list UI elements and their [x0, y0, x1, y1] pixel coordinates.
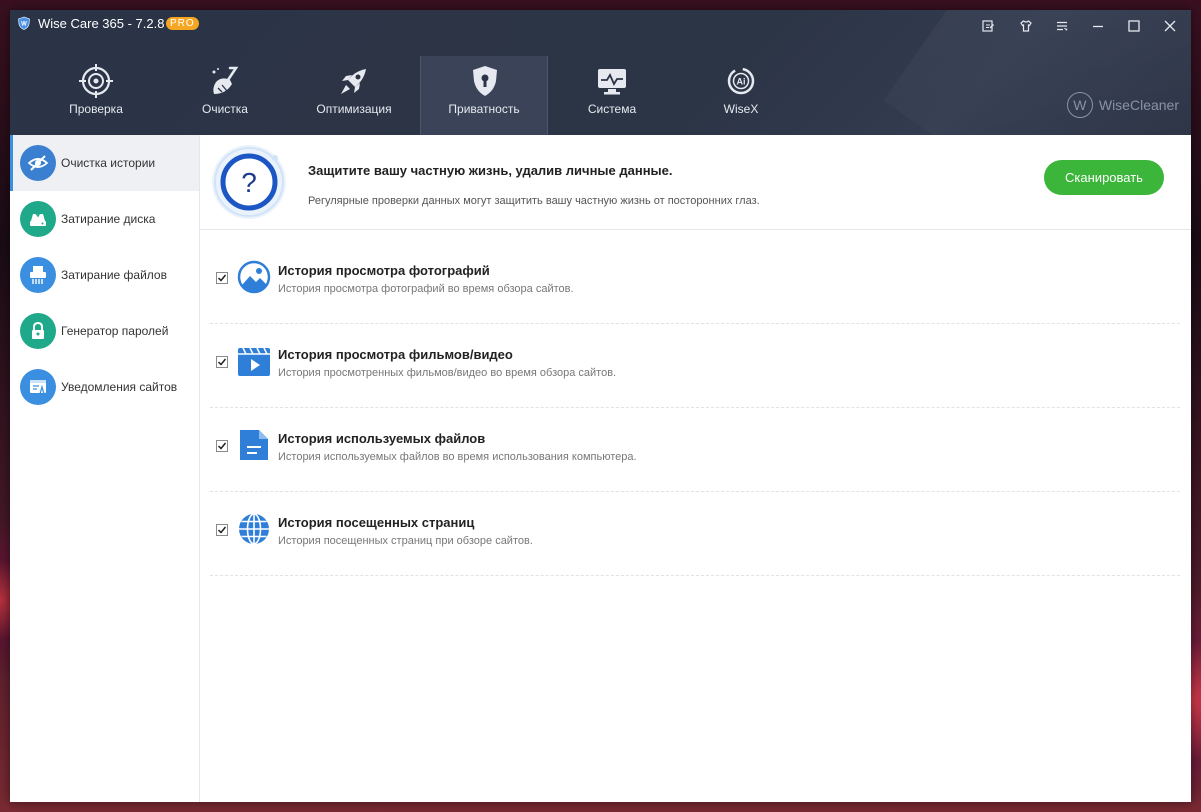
item-title: История посещенных страниц	[278, 515, 475, 530]
shredder-icon	[20, 257, 56, 293]
item-title: История просмотра фотографий	[278, 263, 490, 278]
minimize-icon	[1093, 25, 1103, 28]
svg-text:Ai: Ai	[737, 77, 746, 87]
tab-optimize[interactable]: Оптимизация	[290, 56, 418, 135]
maximize-icon	[1128, 20, 1140, 32]
wisecleaner-icon: W	[1066, 92, 1093, 118]
tab-check[interactable]: Проверка	[32, 56, 160, 135]
ai-icon: Ai	[727, 67, 755, 95]
sidebar-item-history-clean[interactable]: Очистка истории	[10, 135, 199, 191]
svg-text:W: W	[21, 22, 27, 28]
feedback-button[interactable]	[971, 14, 1005, 38]
broom-icon	[212, 66, 239, 94]
edit-icon	[982, 20, 994, 32]
scan-button[interactable]: Сканировать	[1044, 160, 1164, 195]
tab-privacy[interactable]: Приватность	[420, 56, 548, 135]
eye-off-icon	[20, 145, 56, 181]
list-item: История используемых файлов История испо…	[210, 408, 1180, 492]
item-description: История используемых файлов во время исп…	[278, 451, 637, 463]
brand-logo: W WiseCleaner	[1066, 92, 1179, 118]
question-icon: ?	[212, 145, 286, 219]
tab-system[interactable]: Система	[548, 56, 676, 135]
video-history-checkbox[interactable]	[216, 356, 228, 368]
rocket-icon	[341, 69, 366, 94]
app-logo-icon: W	[18, 16, 30, 30]
monitor-icon	[598, 69, 626, 95]
tab-clean[interactable]: Очистка	[161, 56, 289, 135]
item-description: История посещенных страниц при обзоре са…	[278, 535, 533, 547]
sidebar: Очистка истории Затирание диска Затирани…	[10, 135, 200, 802]
privacy-banner: ? Защитите вашу частную жизнь, удалив ли…	[200, 135, 1191, 230]
close-icon	[1164, 20, 1176, 32]
lock-icon	[20, 313, 56, 349]
sidebar-item-label: Уведомления сайтов	[61, 380, 178, 394]
page-history-checkbox[interactable]	[216, 524, 228, 536]
maximize-button[interactable]	[1117, 14, 1151, 38]
sidebar-item-label: Затирание диска	[61, 212, 156, 226]
item-description: История просмотренных фильмов/видео во в…	[278, 367, 617, 379]
sidebar-item-label: Очистка истории	[61, 156, 156, 170]
tab-label: Оптимизация	[316, 102, 392, 116]
close-button[interactable]	[1153, 14, 1187, 38]
shirt-icon	[1020, 20, 1032, 32]
list-item: История просмотра фильмов/видео История …	[210, 324, 1180, 408]
check-icon	[217, 442, 227, 450]
item-description: История просмотра фотографий во время об…	[278, 283, 574, 295]
file-icon	[240, 430, 268, 460]
svg-text:?: ?	[241, 167, 257, 198]
tab-label: Система	[587, 102, 637, 116]
minimize-button[interactable]	[1081, 14, 1115, 38]
main-nav: Проверка Очистка Оптимизация Приватность…	[10, 56, 810, 135]
menu-button[interactable]	[1045, 14, 1079, 38]
banner-title: Защитите вашу частную жизнь, удалив личн…	[308, 163, 673, 178]
banner-subtitle: Регулярные проверки данных могут защитит…	[308, 195, 760, 207]
sidebar-item-disk-wipe[interactable]: Затирание диска	[10, 191, 199, 247]
notification-icon	[20, 369, 56, 405]
disk-icon	[20, 201, 56, 237]
header: W Wise Care 365 - 7.2.8 PRO Проверка Очи…	[10, 10, 1191, 135]
tab-wisex[interactable]: Ai WiseX	[677, 56, 805, 135]
main-panel: ? Защитите вашу частную жизнь, удалив ли…	[200, 135, 1191, 802]
photo-history-checkbox[interactable]	[216, 272, 228, 284]
sidebar-item-file-shredder[interactable]: Затирание файлов	[10, 247, 199, 303]
skin-button[interactable]	[1009, 14, 1043, 38]
app-window: W Wise Care 365 - 7.2.8 PRO Проверка Очи…	[10, 10, 1191, 802]
tab-label: Приватность	[448, 102, 520, 116]
sidebar-item-site-notifications[interactable]: Уведомления сайтов	[10, 359, 199, 415]
menu-icon	[1057, 21, 1068, 31]
brand-name: WiseCleaner	[1098, 97, 1179, 113]
video-icon	[238, 347, 270, 376]
sidebar-item-label: Затирание файлов	[61, 268, 167, 282]
item-title: История используемых файлов	[278, 431, 486, 446]
tab-label: Проверка	[69, 102, 123, 116]
sidebar-item-password-generator[interactable]: Генератор паролей	[10, 303, 199, 359]
title-bar: W Wise Care 365 - 7.2.8 PRO	[10, 10, 1191, 38]
app-title: Wise Care 365 - 7.2.8	[38, 16, 165, 31]
item-title: История просмотра фильмов/видео	[278, 347, 513, 362]
tab-label: Очистка	[202, 102, 248, 116]
tab-label: WiseX	[723, 102, 759, 116]
list-item: История просмотра фотографий История про…	[210, 240, 1180, 324]
file-history-checkbox[interactable]	[216, 440, 228, 452]
target-icon	[79, 64, 113, 98]
check-icon	[217, 526, 227, 534]
check-icon	[217, 358, 227, 366]
shield-lock-icon	[473, 66, 497, 96]
photo-icon	[237, 260, 271, 294]
sidebar-item-label: Генератор паролей	[61, 324, 169, 338]
globe-icon	[239, 513, 269, 545]
list-item: История посещенных страниц История посещ…	[210, 492, 1180, 576]
check-icon	[217, 274, 227, 282]
pro-badge: PRO	[166, 17, 199, 30]
